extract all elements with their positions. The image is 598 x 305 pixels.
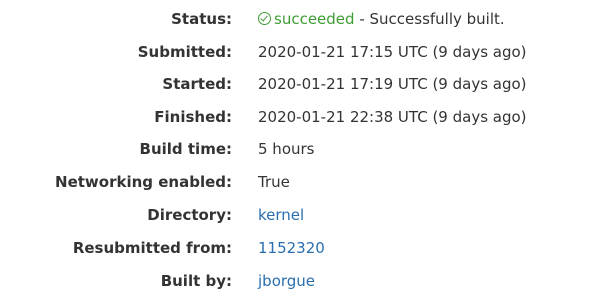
build-time-row: Build time: 5 hours bbox=[0, 137, 598, 161]
status-row: Status: succeeded - Successfully built. bbox=[0, 7, 598, 31]
finished-value: 2020-01-21 22:38 UTC (9 days ago) bbox=[258, 108, 527, 126]
started-row: Started: 2020-01-21 17:19 UTC (9 days ag… bbox=[0, 72, 598, 96]
resubmitted-from-value: 1152320 bbox=[258, 236, 325, 260]
status-message: Successfully built. bbox=[369, 10, 505, 28]
built-by-label: Built by: bbox=[160, 272, 232, 290]
directory-link[interactable]: kernel bbox=[258, 206, 304, 224]
submitted-label: Submitted: bbox=[137, 43, 232, 61]
build-time-label: Build time: bbox=[139, 140, 232, 158]
directory-label: Directory: bbox=[147, 206, 232, 224]
built-by-link[interactable]: jborgue bbox=[258, 272, 315, 290]
submitted-row: Submitted: 2020-01-21 17:15 UTC (9 days … bbox=[0, 40, 598, 64]
build-time-value: 5 hours bbox=[258, 140, 315, 158]
networking-label: Networking enabled: bbox=[55, 173, 232, 191]
build-details: Status: succeeded - Successfully built. … bbox=[0, 0, 598, 305]
status-value: succeeded - Successfully built. bbox=[258, 7, 505, 31]
check-circle-icon bbox=[258, 12, 271, 25]
networking-value: True bbox=[258, 173, 290, 191]
finished-label: Finished: bbox=[154, 108, 232, 126]
status-separator: - bbox=[354, 10, 370, 28]
resubmitted-from-row: Resubmitted from: 1152320 bbox=[0, 236, 598, 260]
networking-row: Networking enabled: True bbox=[0, 170, 598, 194]
status-state: succeeded bbox=[274, 10, 355, 28]
resubmitted-from-link[interactable]: 1152320 bbox=[258, 239, 325, 257]
resubmitted-from-label: Resubmitted from: bbox=[72, 239, 232, 257]
built-by-value: jborgue bbox=[258, 269, 315, 293]
built-by-row: Built by: jborgue bbox=[0, 269, 598, 293]
finished-row: Finished: 2020-01-21 22:38 UTC (9 days a… bbox=[0, 105, 598, 129]
started-value: 2020-01-21 17:19 UTC (9 days ago) bbox=[258, 75, 527, 93]
directory-value: kernel bbox=[258, 203, 304, 227]
directory-row: Directory: kernel bbox=[0, 203, 598, 227]
started-label: Started: bbox=[162, 75, 232, 93]
submitted-value: 2020-01-21 17:15 UTC (9 days ago) bbox=[258, 43, 527, 61]
status-label: Status: bbox=[171, 10, 232, 28]
